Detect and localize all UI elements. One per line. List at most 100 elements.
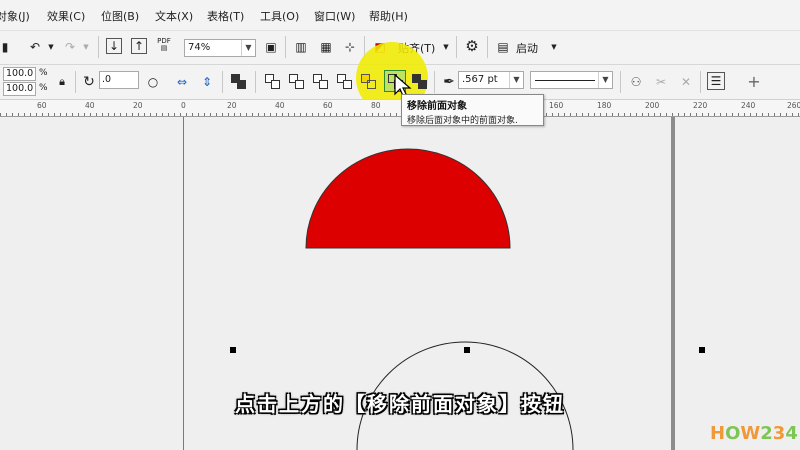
redo-dropdown-icon[interactable]: ▼: [77, 38, 95, 56]
menu-help[interactable]: 帮助(H): [369, 8, 408, 24]
launch-dropdown-icon[interactable]: ▼: [545, 38, 563, 56]
show-grid-icon[interactable]: ▦: [317, 38, 335, 56]
scale-x-field[interactable]: 100.0: [3, 67, 36, 81]
ruler-tick: [180, 113, 181, 116]
separator: [620, 71, 621, 93]
ruler-tick: [732, 113, 733, 116]
outline-width-combo[interactable]: .567 pt ▼: [458, 71, 524, 89]
partial-icon[interactable]: ▮: [0, 38, 14, 56]
rotation-angle-field[interactable]: .0: [99, 71, 139, 89]
ruler-tick: [36, 113, 37, 116]
outline-pen-icon[interactable]: ✒: [440, 73, 458, 91]
ruler-tick: [234, 113, 235, 116]
menu-text[interactable]: 文本(X): [155, 8, 193, 24]
undo-dropdown-icon[interactable]: ▼: [42, 38, 60, 56]
ruler-tick: [390, 113, 391, 116]
ruler-tick: [726, 113, 727, 116]
intersect-icon[interactable]: [311, 72, 331, 92]
line-style-combo[interactable]: ▼: [530, 71, 613, 89]
ruler-tick: [396, 113, 397, 116]
simplify-icon[interactable]: [335, 72, 355, 92]
front-minus-back-icon[interactable]: [359, 72, 379, 92]
scale-y-field[interactable]: 100.0: [3, 82, 36, 96]
align-distribute-icon[interactable]: ☰: [707, 72, 725, 90]
ruler-tick: [42, 113, 43, 116]
ruler-tick: [102, 113, 103, 116]
menu-tools[interactable]: 工具(O): [260, 8, 299, 24]
ruler-tick: [714, 113, 715, 116]
ruler-label: 200: [645, 101, 660, 110]
selection-handle[interactable]: [464, 347, 470, 353]
menu-table[interactable]: 表格(T): [207, 8, 244, 24]
selection-handle[interactable]: [699, 347, 705, 353]
create-boundary-icon[interactable]: ⚇: [627, 73, 645, 91]
ruler-tick: [120, 113, 121, 116]
ruler-tick: [198, 113, 199, 116]
degree-circle-icon: ○: [147, 75, 159, 89]
ruler-tick: [342, 113, 343, 116]
boundary-icon[interactable]: [410, 72, 430, 92]
selection-handle[interactable]: [230, 347, 236, 353]
ruler-tick: [756, 113, 757, 116]
menu-window[interactable]: 窗口(W): [314, 8, 355, 24]
break-apart-icon[interactable]: ✂: [652, 73, 670, 91]
mirror-vertical-icon[interactable]: ⇕: [198, 73, 216, 91]
ruler-tick: [708, 113, 709, 116]
separator: [434, 71, 435, 93]
mirror-horizontal-icon[interactable]: ⇔: [173, 73, 191, 91]
ruler-tick: [666, 113, 667, 116]
lock-ratio-icon[interactable]: 🔒︎: [53, 73, 71, 91]
ruler-tick: [672, 113, 673, 116]
chevron-down-icon[interactable]: ▼: [241, 40, 255, 56]
ruler-tick: [720, 113, 721, 116]
add-toolbar-icon[interactable]: +: [745, 72, 763, 91]
ruler-tick: [78, 113, 79, 116]
red-half-circle[interactable]: [305, 148, 511, 249]
ruler-tick: [144, 113, 145, 116]
ruler-label: 40: [85, 101, 95, 110]
tooltip-description: 移除后面对象中的前面对象.: [407, 116, 518, 126]
ruler-tick: [378, 113, 379, 116]
menu-effects[interactable]: 效果(C): [47, 8, 85, 24]
ruler-label: 0: [181, 101, 186, 110]
menu-bitmaps[interactable]: 位图(B): [101, 8, 139, 24]
export-pdf-icon[interactable]: PDF ▤: [155, 36, 173, 54]
ruler-label: 20: [227, 101, 237, 110]
combine-icon[interactable]: [229, 72, 249, 92]
convert-to-curves-icon[interactable]: ✕: [677, 73, 695, 91]
launch-label[interactable]: 启动: [516, 40, 538, 56]
show-guidelines-icon[interactable]: ⊹: [341, 38, 359, 56]
ruler-tick: [204, 113, 205, 116]
ruler-tick: [60, 113, 61, 116]
ruler-tick: [600, 113, 601, 116]
ruler-tick: [84, 113, 85, 116]
ruler-tick: [762, 113, 763, 116]
ruler-tick: [270, 113, 271, 116]
rotate-icon[interactable]: ↻: [80, 73, 98, 91]
snap-dropdown-icon[interactable]: ▼: [437, 38, 455, 56]
export-icon[interactable]: ↑: [131, 38, 147, 54]
menu-object[interactable]: 对象(J): [0, 8, 30, 24]
import-icon[interactable]: ↓: [106, 38, 122, 54]
ruler-tick: [588, 113, 589, 116]
full-screen-icon[interactable]: ▣: [262, 38, 280, 56]
ruler-tick: [774, 113, 775, 116]
gear-icon[interactable]: ⚙: [463, 37, 481, 55]
ruler-tick: [300, 113, 301, 116]
show-rulers-icon[interactable]: ▥: [292, 38, 310, 56]
chevron-down-icon[interactable]: ▼: [598, 72, 612, 88]
instruction-caption: 点击上方的【移除前面对象】按钮: [235, 392, 565, 416]
ruler-tick: [768, 113, 769, 116]
ruler-tick: [114, 113, 115, 116]
trim-icon[interactable]: [287, 72, 307, 92]
chevron-down-icon[interactable]: ▼: [509, 72, 523, 88]
ruler-tick: [570, 113, 571, 116]
application-launcher-icon[interactable]: ▤: [494, 38, 512, 56]
ruler-tick: [642, 113, 643, 116]
ruler-tick: [54, 113, 55, 116]
ruler-tick: [240, 113, 241, 116]
zoom-level-combo[interactable]: 74% ▼: [184, 39, 256, 57]
weld-icon[interactable]: [263, 72, 283, 92]
ruler-label: 180: [597, 101, 612, 110]
ruler-tick: [330, 113, 331, 116]
